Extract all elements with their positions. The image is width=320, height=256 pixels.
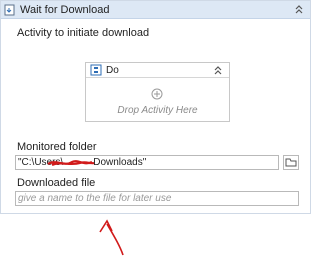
trigger-activity-label: Activity to initiate download [17,27,150,39]
annotation-arrow [99,219,124,256]
sequence-icon [90,64,102,76]
downloaded-file-label: Downloaded file [17,177,96,189]
do-container[interactable]: Do Drop Activity Here [85,62,230,122]
monitored-folder-input[interactable]: "C:\Users\ Downloads" [15,155,279,170]
monitored-folder-label: Monitored folder [17,141,97,153]
add-circle-icon[interactable] [151,88,163,100]
chevron-up-double-icon[interactable] [294,3,304,15]
drop-activity-hint: Drop Activity Here [117,105,198,116]
activity-title: Wait for Download [20,3,110,16]
monitored-folder-value: "C:\Users\ [18,157,64,168]
do-title: Do [106,64,119,76]
chevron-up-double-icon[interactable] [213,64,223,76]
wait-for-download-activity[interactable]: Wait for Download Activity to initiate d… [0,0,311,214]
browse-folder-button[interactable] [283,155,299,170]
folder-icon [285,158,297,167]
do-header[interactable]: Do [86,63,229,78]
monitored-folder-value-suffix: Downloads" [93,157,147,168]
activity-header[interactable]: Wait for Download [1,1,310,19]
downloaded-file-input[interactable]: give a name to the file for later use [15,191,299,206]
download-activity-icon [4,4,15,15]
